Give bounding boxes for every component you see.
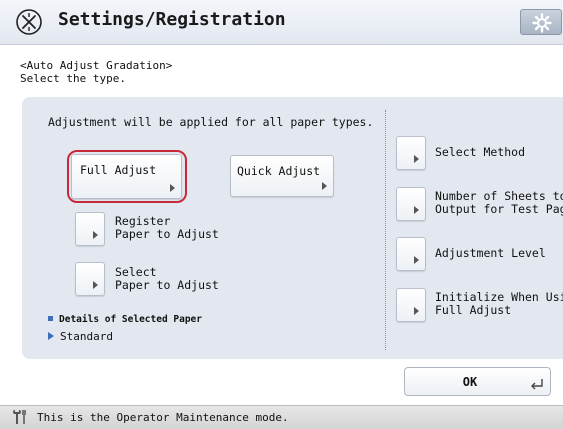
adjustment-level-button[interactable] [396, 237, 426, 271]
quick-adjust-label: Quick Adjust [237, 164, 321, 178]
instruction-text: <Auto Adjust Gradation> Select the type. [20, 59, 172, 85]
register-paper-button[interactable] [75, 212, 105, 246]
arrow-icon [322, 182, 327, 190]
arrow-icon [93, 281, 98, 289]
arrow-icon [414, 155, 419, 163]
arrow-icon [414, 206, 419, 214]
select-paper-label: Select Paper to Adjust [115, 265, 219, 292]
title-bar: Settings/Registration [0, 0, 563, 45]
instruction-heading: <Auto Adjust Gradation> [20, 59, 173, 72]
gear-icon [532, 13, 552, 33]
bullet-square-icon [48, 316, 53, 321]
details-label: Details of Selected Paper [48, 314, 202, 325]
arrow-icon [170, 184, 175, 192]
arrow-icon [414, 307, 419, 315]
status-text: This is the Operator Maintenance mode. [37, 411, 289, 424]
enter-icon [531, 379, 543, 390]
arrow-icon [414, 256, 419, 264]
select-method-button[interactable] [396, 136, 426, 170]
initialize-label: Initialize When Using Full Adjust [435, 290, 563, 317]
quick-adjust-button[interactable]: Quick Adjust [230, 155, 334, 197]
num-sheets-button[interactable] [396, 187, 426, 221]
register-paper-label: Register Paper to Adjust [115, 214, 219, 241]
full-adjust-button[interactable]: Full Adjust [71, 154, 182, 199]
ok-label: OK [462, 375, 478, 389]
select-method-label: Select Method [435, 145, 526, 159]
panel-divider [385, 110, 386, 350]
settings-registration-icon [16, 9, 42, 35]
settings-button[interactable] [520, 9, 562, 35]
status-bar: This is the Operator Maintenance mode. [0, 405, 563, 429]
initialize-button[interactable] [396, 288, 426, 322]
num-sheets-label: Number of Sheets to Output for Test Page [435, 189, 563, 216]
details-value: Standard [48, 330, 113, 343]
instruction-subtext: Select the type. [20, 72, 126, 85]
info-text: Adjustment will be applied for all paper… [48, 115, 374, 129]
ok-button[interactable]: OK [404, 367, 551, 396]
bullet-triangle-icon [48, 332, 54, 340]
full-adjust-label: Full Adjust [80, 163, 157, 177]
wrench-icon [13, 410, 26, 424]
arrow-icon [93, 231, 98, 239]
page-title: Settings/Registration [58, 9, 286, 30]
select-paper-button[interactable] [75, 262, 105, 296]
adjustment-level-label: Adjustment Level [435, 246, 546, 260]
